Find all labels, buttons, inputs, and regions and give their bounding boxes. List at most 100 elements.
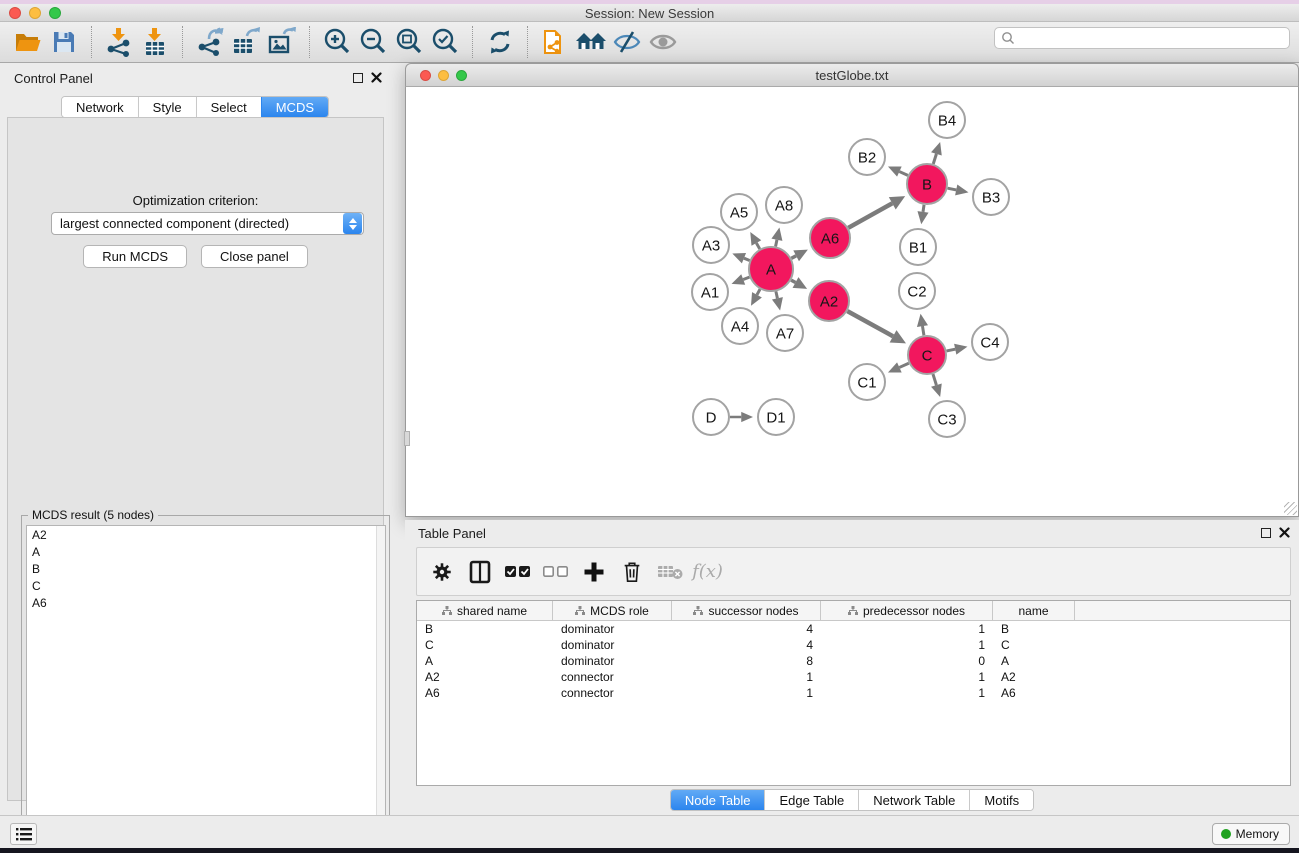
open-file-icon[interactable] (10, 25, 46, 59)
export-image-icon[interactable] (264, 25, 300, 59)
zoom-out-icon[interactable] (355, 25, 391, 59)
memory-button[interactable]: Memory (1212, 823, 1290, 845)
mcds-result-item[interactable]: B (27, 560, 385, 577)
tab-edge-table[interactable]: Edge Table (764, 790, 858, 810)
float-table-panel-icon[interactable] (1261, 528, 1271, 538)
graph-edge-A-A1[interactable] (743, 277, 749, 279)
graph-edge-A-A2[interactable] (791, 280, 795, 282)
graph-edge-B-B4[interactable] (933, 154, 936, 164)
network-document-icon[interactable] (537, 25, 573, 59)
graph-edge-B-B2[interactable] (899, 172, 907, 176)
float-panel-icon[interactable] (353, 73, 363, 83)
graph-node-label: A4 (731, 318, 749, 335)
refresh-layout-icon[interactable] (482, 25, 518, 59)
save-session-icon[interactable] (46, 25, 82, 59)
export-network-icon[interactable] (192, 25, 228, 59)
table-column-header[interactable]: shared name (417, 601, 553, 620)
tab-network[interactable]: Network (62, 97, 138, 117)
deselect-checkboxes-icon[interactable] (539, 555, 572, 588)
delete-table-icon[interactable] (653, 555, 686, 588)
mcds-result-list[interactable]: A2ABCA6 (26, 525, 386, 848)
mcds-result-item[interactable]: A2 (27, 526, 385, 543)
show-graphics-details-icon[interactable] (645, 25, 681, 59)
mcds-result-item[interactable]: A (27, 543, 385, 560)
optimization-criterion-dropdown[interactable]: largest connected component (directed) (51, 212, 364, 235)
hide-graphics-details-icon[interactable] (609, 25, 645, 59)
add-column-icon[interactable] (577, 555, 610, 588)
select-all-checkboxes-icon[interactable] (501, 555, 534, 588)
table-row[interactable]: Adominator80A (417, 653, 1290, 669)
table-cell: A (417, 654, 553, 668)
edge-arrowhead (771, 228, 782, 241)
import-network-icon[interactable] (101, 25, 137, 59)
graph-edge-B-B3[interactable] (948, 188, 957, 190)
tab-style[interactable]: Style (138, 97, 196, 117)
graph-edge-C-C3[interactable] (933, 374, 936, 385)
graph-edge-A6-B[interactable] (848, 203, 892, 227)
graph-edge-C-C1[interactable] (899, 363, 908, 367)
home-icon[interactable] (573, 25, 609, 59)
export-table-icon[interactable] (228, 25, 264, 59)
edge-arrowhead (955, 184, 968, 195)
table-row[interactable]: A2connector11A2 (417, 669, 1290, 685)
zoom-fit-icon[interactable] (391, 25, 427, 59)
tab-mcds[interactable]: MCDS (261, 97, 328, 117)
tab-select[interactable]: Select (196, 97, 261, 117)
table-column-header-empty (1075, 601, 1290, 620)
graph-edge-B-B1[interactable] (923, 205, 924, 212)
zoom-selected-icon[interactable] (427, 25, 463, 59)
settings-gear-icon[interactable] (425, 555, 458, 588)
graph-edge-A-A3[interactable] (744, 258, 750, 260)
tab-motifs[interactable]: Motifs (969, 790, 1033, 810)
table-row[interactable]: Bdominator41B (417, 621, 1290, 637)
node-table[interactable]: shared nameMCDS rolesuccessor nodes prede… (416, 600, 1291, 786)
table-row[interactable]: Cdominator41C (417, 637, 1290, 653)
mcds-result-item[interactable]: C (27, 577, 385, 594)
function-builder-icon[interactable]: f(x) (691, 555, 724, 588)
close-panel-icon[interactable] (371, 72, 382, 83)
network-canvas[interactable]: AA6A2BCB4B2B3B1A5A8A3A1A4A7C2C4C1C3DD1 (405, 87, 1299, 517)
toolbar-separator (472, 26, 473, 58)
table-cell: connector (553, 686, 672, 700)
task-history-button[interactable] (10, 823, 37, 845)
network-window-titlebar[interactable]: testGlobe.txt (405, 63, 1299, 87)
search-input[interactable] (1015, 29, 1289, 47)
graph-edge-A2-C[interactable] (847, 311, 893, 336)
delete-column-icon[interactable] (615, 555, 648, 588)
window-resize-grip[interactable] (1284, 502, 1297, 515)
table-header-row: shared nameMCDS rolesuccessor nodes prede… (417, 601, 1290, 621)
column-layout-icon[interactable] (463, 555, 496, 588)
table-row[interactable]: A6connector11A6 (417, 685, 1290, 701)
import-table-icon[interactable] (137, 25, 173, 59)
close-panel-button[interactable]: Close panel (201, 245, 308, 268)
application-window: Session: New Session (0, 0, 1299, 853)
graph-edge-A-A8[interactable] (776, 240, 777, 247)
graph-node-label: A6 (821, 230, 839, 247)
tab-network-table[interactable]: Network Table (858, 790, 969, 810)
table-panel-title: Table Panel (418, 526, 486, 541)
column-header-predecessor-nodes: predecessor nodes (863, 604, 965, 618)
search-field[interactable] (994, 27, 1290, 49)
desktop-edge (0, 848, 1299, 853)
table-column-header[interactable]: predecessor nodes (821, 601, 993, 620)
tab-node-table[interactable]: Node Table (671, 790, 765, 810)
run-mcds-button[interactable]: Run MCDS (83, 245, 187, 268)
table-column-header[interactable]: MCDS role (553, 601, 672, 620)
divider-grip[interactable] (404, 431, 410, 446)
scrollbar-track[interactable] (376, 526, 385, 847)
zoom-in-icon[interactable] (319, 25, 355, 59)
graph-edge-A-A6[interactable] (791, 256, 796, 259)
graph-edge-A-A5[interactable] (756, 243, 759, 249)
edge-arrowhead (732, 274, 746, 284)
table-column-header[interactable]: name (993, 601, 1075, 620)
close-table-panel-icon[interactable] (1279, 527, 1290, 538)
mcds-result-item[interactable]: A6 (27, 594, 385, 611)
table-cell: connector (553, 670, 672, 684)
graph-edge-A-A4[interactable] (757, 289, 760, 295)
graph-edge-C-C4[interactable] (947, 349, 956, 351)
graph-edge-A-A7[interactable] (776, 291, 777, 298)
dropdown-stepper-icon (343, 213, 362, 234)
graph-edge-C-C2[interactable] (922, 326, 923, 335)
table-column-header[interactable]: successor nodes (672, 601, 821, 620)
graph-node-label: C1 (857, 374, 876, 391)
